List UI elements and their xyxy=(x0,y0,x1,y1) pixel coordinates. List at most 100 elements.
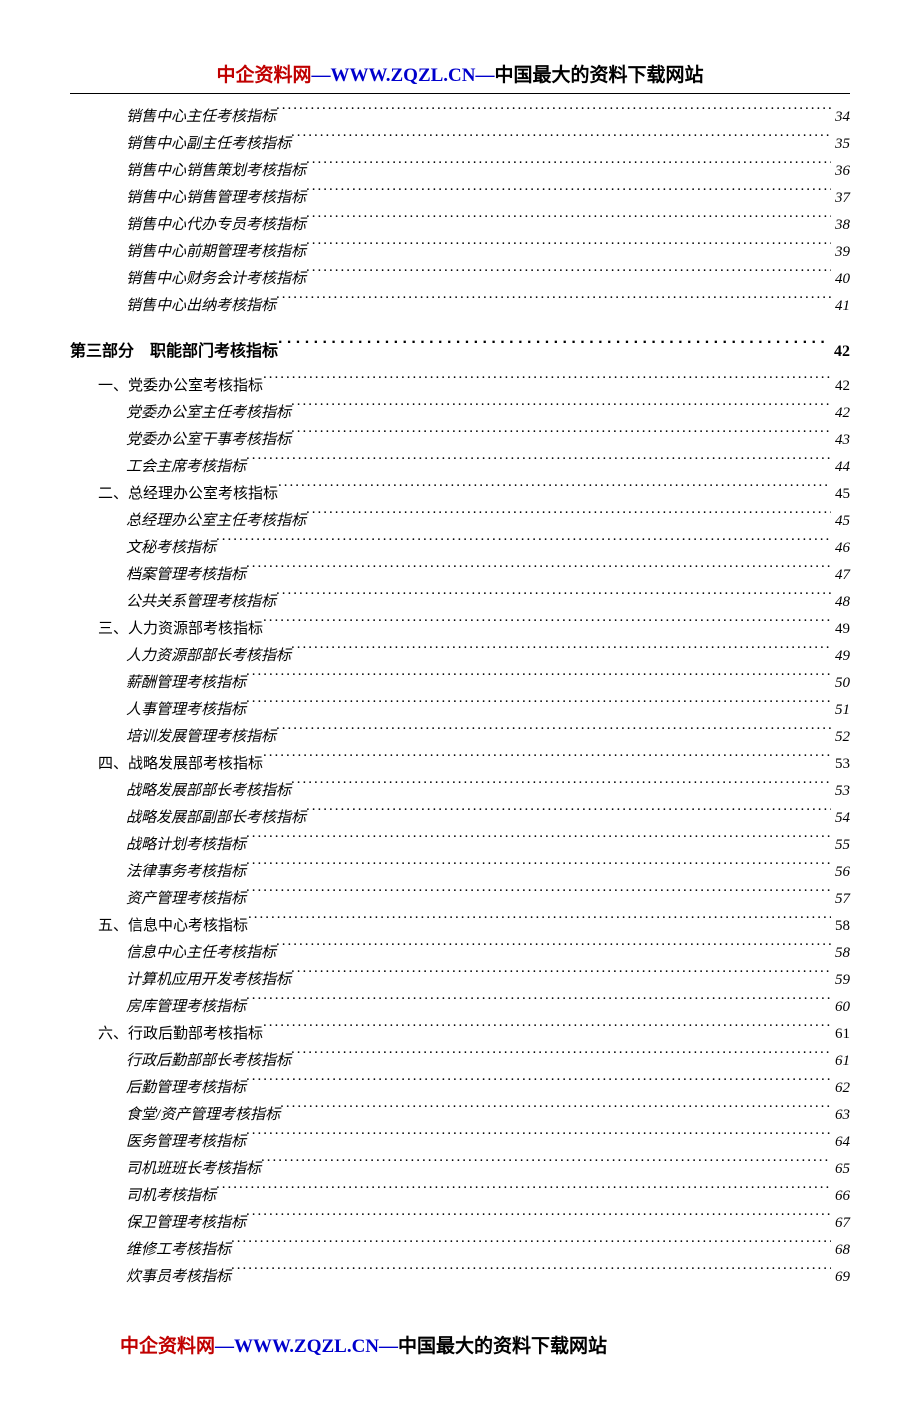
toc-entry-label: 医务管理考核指标 xyxy=(126,1129,246,1156)
toc-leader-dots xyxy=(291,429,831,444)
toc-leader-dots xyxy=(291,1050,831,1065)
toc-leader-dots xyxy=(246,834,831,849)
toc-leader-dots xyxy=(261,1158,831,1173)
toc-leader-dots xyxy=(291,645,831,660)
toc-leader-dots xyxy=(248,915,831,930)
toc-entry-label: 六、行政后勤部考核指标 xyxy=(98,1021,263,1048)
toc-leader-dots xyxy=(280,1104,831,1119)
footer-sep-1: — xyxy=(215,1336,234,1357)
toc-entry-page: 50 xyxy=(831,670,850,697)
toc-entry: 六、行政后勤部考核指标 61 xyxy=(70,1021,850,1048)
toc-entry-label: 销售中心前期管理考核指标 xyxy=(126,239,306,266)
toc-entry: 炊事员考核指标69 xyxy=(70,1264,850,1291)
toc-leader-dots xyxy=(276,106,831,121)
toc-entry: 战略发展部副部长考核指标 54 xyxy=(70,805,850,832)
toc-entry-label: 战略发展部副部长考核指标 xyxy=(126,805,306,832)
toc-entry-label: 维修工考核指标 xyxy=(126,1237,231,1264)
toc-entry-label: 计算机应用开发考核指标 xyxy=(126,967,291,994)
toc-entry: 销售中心副主任考核指标 35 xyxy=(70,131,850,158)
toc-leader-dots xyxy=(246,699,831,714)
toc-entry-label: 二、总经理办公室考核指标 xyxy=(98,481,278,508)
toc-entry-page: 58 xyxy=(831,940,850,967)
toc-entry: 一、党委办公室考核指标 42 xyxy=(70,373,850,400)
toc-entry-label: 销售中心主任考核指标 xyxy=(126,104,276,131)
toc-entry-page: 62 xyxy=(831,1075,850,1102)
toc-entry: 销售中心销售策划考核指标 36 xyxy=(70,158,850,185)
header-sep-1: — xyxy=(312,65,331,86)
toc-entry-label: 食堂/资产管理考核指标 xyxy=(126,1102,280,1129)
toc-entry-page: 66 xyxy=(831,1183,850,1210)
toc-leader-dots xyxy=(306,214,831,229)
toc-entry: 销售中心代办专员考核指标38 xyxy=(70,212,850,239)
toc-leader-dots xyxy=(263,1023,831,1038)
toc-entry-page: 57 xyxy=(831,886,850,913)
toc-entry-label: 销售中心副主任考核指标 xyxy=(126,131,291,158)
toc-entry-label: 一、党委办公室考核指标 xyxy=(98,373,263,400)
toc-entry-page: 53 xyxy=(831,778,850,805)
toc-entry: 档案管理考核指标47 xyxy=(70,562,850,589)
toc-entry-page: 40 xyxy=(831,266,850,293)
toc-entry-page: 49 xyxy=(831,643,850,670)
toc-entry: 薪酬管理考核指标 50 xyxy=(70,670,850,697)
toc-entry-page: 35 xyxy=(831,131,850,158)
toc-entry: 计算机应用开发考核指标59 xyxy=(70,967,850,994)
toc-leader-dots xyxy=(216,1185,831,1200)
toc-entry: 维修工考核指标68 xyxy=(70,1237,850,1264)
toc-entry-page: 42 xyxy=(831,373,850,400)
toc-entry: 公共关系管理考核指标48 xyxy=(70,589,850,616)
toc-entry: 四、战略发展部考核指标53 xyxy=(70,751,850,778)
toc-entry: 销售中心财务会计考核指标40 xyxy=(70,266,850,293)
toc-leader-dots xyxy=(306,268,831,283)
toc-entry-label: 司机考核指标 xyxy=(126,1183,216,1210)
toc-entry-label: 房库管理考核指标 xyxy=(126,994,246,1021)
toc-leader-dots xyxy=(291,780,831,795)
toc-entry: 党委办公室主任考核指标42 xyxy=(70,400,850,427)
toc-entry: 销售中心销售管理考核指标37 xyxy=(70,185,850,212)
header-url: WWW.ZQZL.CN xyxy=(331,65,476,86)
toc-leader-dots xyxy=(263,618,831,633)
header-brand: 中企资料网 xyxy=(216,65,311,86)
header-sep-2: — xyxy=(476,65,495,86)
toc-leader-dots xyxy=(278,483,831,498)
toc-entry-label: 五、信息中心考核指标 xyxy=(98,913,248,940)
toc-entry-page: 46 xyxy=(831,535,850,562)
toc-leader-dots xyxy=(263,375,831,390)
toc-entry-page: 36 xyxy=(831,158,850,185)
toc-entry-label: 行政后勤部部长考核指标 xyxy=(126,1048,291,1075)
toc-leader-dots xyxy=(306,241,831,256)
toc-entry: 销售中心出纳考核指标41 xyxy=(70,293,850,320)
toc-entry-label: 薪酬管理考核指标 xyxy=(126,670,246,697)
toc-leader-dots xyxy=(306,160,831,175)
toc-entry-page: 67 xyxy=(831,1210,850,1237)
toc-entry-page: 54 xyxy=(831,805,850,832)
toc-entry-label: 资产管理考核指标 xyxy=(126,886,246,913)
toc-entry: 党委办公室干事考核指标43 xyxy=(70,427,850,454)
toc-entry: 司机班班长考核指标 65 xyxy=(70,1156,850,1183)
toc-entry-label: 信息中心主任考核指标 xyxy=(126,940,276,967)
toc-entry: 资产管理考核指标 57 xyxy=(70,886,850,913)
toc-leader-dots xyxy=(231,1239,831,1254)
toc-entry-page: 42 xyxy=(831,400,850,427)
toc-entry-page: 56 xyxy=(831,859,850,886)
toc-entry-page: 61 xyxy=(831,1021,850,1048)
toc-entry-page: 37 xyxy=(831,185,850,212)
toc-entry-label: 公共关系管理考核指标 xyxy=(126,589,276,616)
toc-entry-label: 司机班班长考核指标 xyxy=(126,1156,261,1183)
toc-entry-label: 后勤管理考核指标 xyxy=(126,1075,246,1102)
toc-leader-dots xyxy=(246,564,831,579)
toc-entry: 司机考核指标 66 xyxy=(70,1183,850,1210)
toc-entry-page: 51 xyxy=(831,697,850,724)
toc-entry: 总经理办公室主任考核指标45 xyxy=(70,508,850,535)
toc-entry: 文秘考核指标46 xyxy=(70,535,850,562)
toc-entry-page: 44 xyxy=(831,454,850,481)
toc-entry: 人事管理考核指标51 xyxy=(70,697,850,724)
toc-entry-page: 65 xyxy=(831,1156,850,1183)
toc-leader-dots xyxy=(246,1077,831,1092)
page-footer: 中企资料网—WWW.ZQZL.CN—中国最大的资料下载网站 xyxy=(70,1331,850,1358)
toc-leader-dots xyxy=(291,402,831,417)
toc-entry: 战略发展部部长考核指标53 xyxy=(70,778,850,805)
toc-entry-label: 销售中心销售策划考核指标 xyxy=(126,158,306,185)
toc-entry: 五、信息中心考核指标58 xyxy=(70,913,850,940)
toc-entry: 信息中心主任考核指标 58 xyxy=(70,940,850,967)
toc-entry-label: 炊事员考核指标 xyxy=(126,1264,231,1291)
